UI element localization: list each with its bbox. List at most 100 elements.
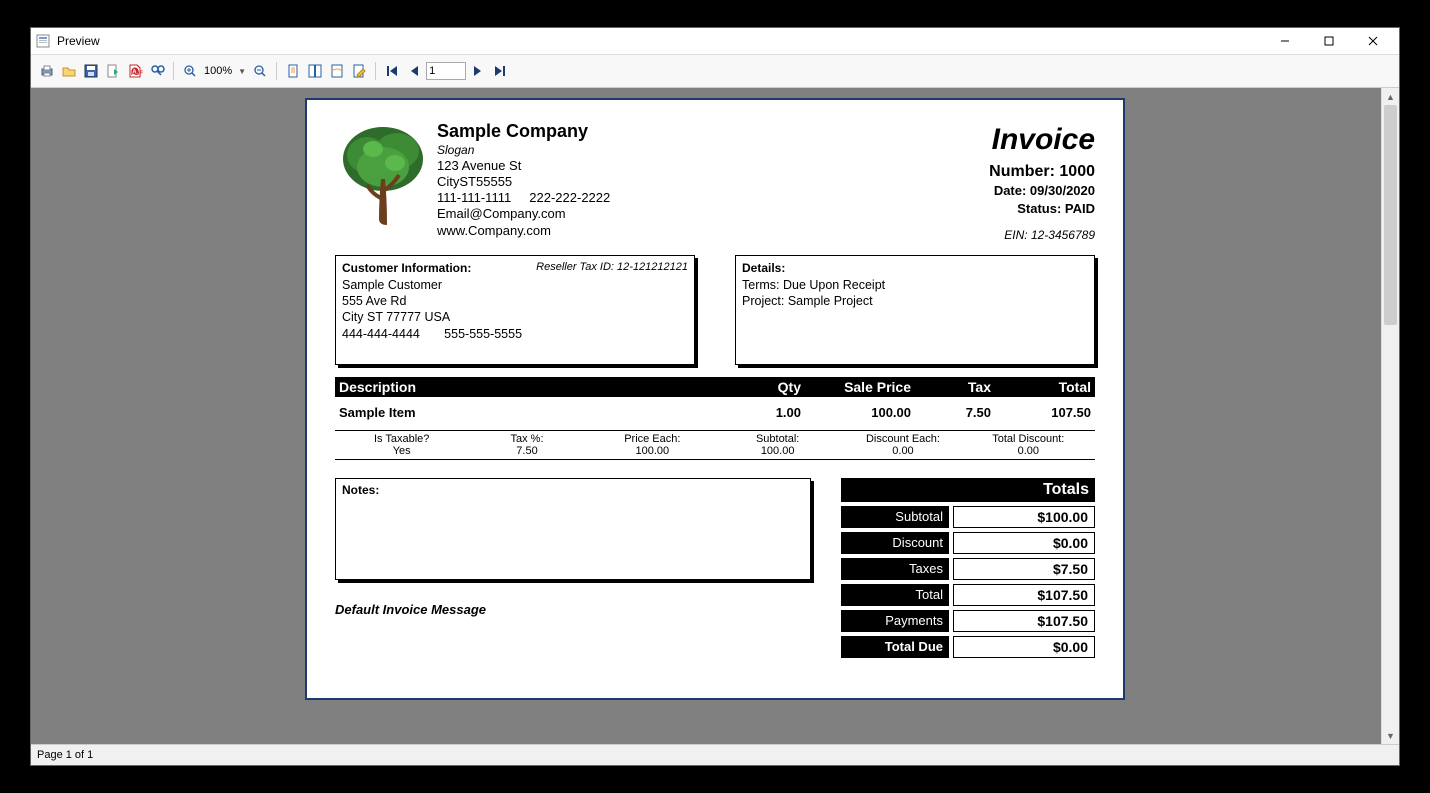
pdf-button[interactable]: PDFA xyxy=(125,61,145,81)
totals-label: Discount xyxy=(841,532,949,554)
svg-text:A: A xyxy=(132,70,137,76)
items-header: Description Qty Sale Price Tax Total xyxy=(335,377,1095,397)
company-email: Email@Company.com xyxy=(437,206,989,222)
invoice-date: Date: 09/30/2020 xyxy=(989,182,1095,200)
details-terms: Terms: Due Upon Receipt xyxy=(742,277,1088,293)
titlebar: Preview xyxy=(31,28,1399,55)
company-website: www.Company.com xyxy=(437,223,989,239)
invoice-page: Sample Company Slogan 123 Avenue St City… xyxy=(305,98,1125,700)
item-total: 107.50 xyxy=(991,405,1091,420)
company-block: Sample Company Slogan 123 Avenue St City… xyxy=(431,120,989,243)
first-page-button[interactable] xyxy=(382,61,402,81)
col-description: Description xyxy=(339,379,731,395)
item-qty: 1.00 xyxy=(731,405,801,420)
totals-value: $100.00 xyxy=(953,506,1095,528)
prev-page-button[interactable] xyxy=(404,61,424,81)
invoice-meta: Invoice Number: 1000 Date: 09/30/2020 St… xyxy=(989,120,1095,243)
totals-label: Total xyxy=(841,584,949,606)
totals-label: Total Due xyxy=(841,636,949,658)
customer-phones: 444-444-4444 555-555-5555 xyxy=(342,326,688,342)
totals-label: Subtotal xyxy=(841,506,949,528)
totals-label: Payments xyxy=(841,610,949,632)
customer-name: Sample Customer xyxy=(342,277,688,293)
totals-value: $0.00 xyxy=(953,532,1095,554)
details-project: Project: Sample Project xyxy=(742,293,1088,309)
company-slogan: Slogan xyxy=(437,143,989,158)
open-button[interactable] xyxy=(59,61,79,81)
col-total: Total xyxy=(991,379,1091,395)
totals-value: $107.50 xyxy=(953,584,1095,606)
zoom-in-button[interactable] xyxy=(180,61,200,81)
layout-facing-button[interactable] xyxy=(305,61,325,81)
toolbar: PDFA 100% ▼ xyxy=(31,55,1399,88)
notes-label: Notes: xyxy=(342,483,379,497)
totals-value: $0.00 xyxy=(953,636,1095,658)
page-input[interactable] xyxy=(426,62,466,80)
totals-value: $107.50 xyxy=(953,610,1095,632)
item-row: Sample Item 1.00 100.00 7.50 107.50 xyxy=(335,397,1095,426)
customer-box-title: Customer Information: xyxy=(342,261,471,275)
layout-continuous-button[interactable] xyxy=(327,61,347,81)
items-table: Description Qty Sale Price Tax Total Sam… xyxy=(335,377,1095,460)
item-price: 100.00 xyxy=(801,405,911,420)
close-button[interactable] xyxy=(1351,28,1395,54)
export-button[interactable] xyxy=(103,61,123,81)
totals-title: Totals xyxy=(841,478,1095,502)
document-viewport[interactable]: ▲ ▼ xyxy=(31,88,1399,744)
maximize-button[interactable] xyxy=(1307,28,1351,54)
company-city: CityST55555 xyxy=(437,174,989,190)
totals-row: Payments$107.50 xyxy=(841,610,1095,632)
zoom-level[interactable]: 100% xyxy=(202,65,234,77)
totals-row: Subtotal$100.00 xyxy=(841,506,1095,528)
find-button[interactable] xyxy=(147,61,167,81)
details-box: Details: Terms: Due Upon Receipt Project… xyxy=(735,255,1095,365)
save-button[interactable] xyxy=(81,61,101,81)
col-price: Sale Price xyxy=(801,379,911,395)
scroll-up-icon[interactable]: ▲ xyxy=(1382,88,1399,105)
invoice-message: Default Invoice Message xyxy=(335,602,811,617)
app-icon xyxy=(35,33,51,49)
totals-row: Discount$0.00 xyxy=(841,532,1095,554)
invoice-status: Status: PAID xyxy=(989,200,1095,218)
vertical-scrollbar[interactable]: ▲ ▼ xyxy=(1381,88,1399,744)
col-qty: Qty xyxy=(731,379,801,395)
invoice-ein: EIN: 12-3456789 xyxy=(989,227,1095,243)
window-title: Preview xyxy=(57,34,100,48)
preview-window: Preview PDFA 100% ▼ ▲ ▼ xyxy=(30,27,1400,766)
item-desc: Sample Item xyxy=(339,405,731,420)
totals-row: Taxes$7.50 xyxy=(841,558,1095,580)
totals-row: Total$107.50 xyxy=(841,584,1095,606)
company-street: 123 Avenue St xyxy=(437,158,989,174)
item-details-row: Is Taxable?Yes Tax %:7.50 Price Each:100… xyxy=(335,430,1095,460)
company-name: Sample Company xyxy=(437,120,989,143)
print-button[interactable] xyxy=(37,61,57,81)
next-page-button[interactable] xyxy=(468,61,488,81)
statusbar: Page 1 of 1 xyxy=(31,744,1399,765)
notes-section: Notes: Default Invoice Message xyxy=(335,478,811,658)
last-page-button[interactable] xyxy=(490,61,510,81)
scroll-down-icon[interactable]: ▼ xyxy=(1382,727,1399,744)
edit-button[interactable] xyxy=(349,61,369,81)
company-logo xyxy=(335,120,431,230)
customer-city: City ST 77777 USA xyxy=(342,309,688,325)
customer-street: 555 Ave Rd xyxy=(342,293,688,309)
reseller-tax-id: Reseller Tax ID: 12-121212121 xyxy=(536,260,688,274)
notes-box: Notes: xyxy=(335,478,811,580)
totals-section: Totals Subtotal$100.00Discount$0.00Taxes… xyxy=(841,478,1095,658)
col-tax: Tax xyxy=(911,379,991,395)
zoom-dropdown-caret[interactable]: ▼ xyxy=(236,67,248,76)
totals-value: $7.50 xyxy=(953,558,1095,580)
invoice-title: Invoice xyxy=(989,120,1095,161)
details-box-title: Details: xyxy=(742,261,785,275)
customer-box: Customer Information: Reseller Tax ID: 1… xyxy=(335,255,695,365)
totals-row: Total Due$0.00 xyxy=(841,636,1095,658)
company-phones: 111-111-1111 222-222-2222 xyxy=(437,190,989,206)
invoice-number: Number: 1000 xyxy=(989,161,1095,183)
totals-label: Taxes xyxy=(841,558,949,580)
zoom-out-button[interactable] xyxy=(250,61,270,81)
layout-single-button[interactable] xyxy=(283,61,303,81)
page-indicator: Page 1 of 1 xyxy=(37,749,93,761)
minimize-button[interactable] xyxy=(1263,28,1307,54)
item-tax: 7.50 xyxy=(911,405,991,420)
scroll-thumb[interactable] xyxy=(1384,105,1397,325)
